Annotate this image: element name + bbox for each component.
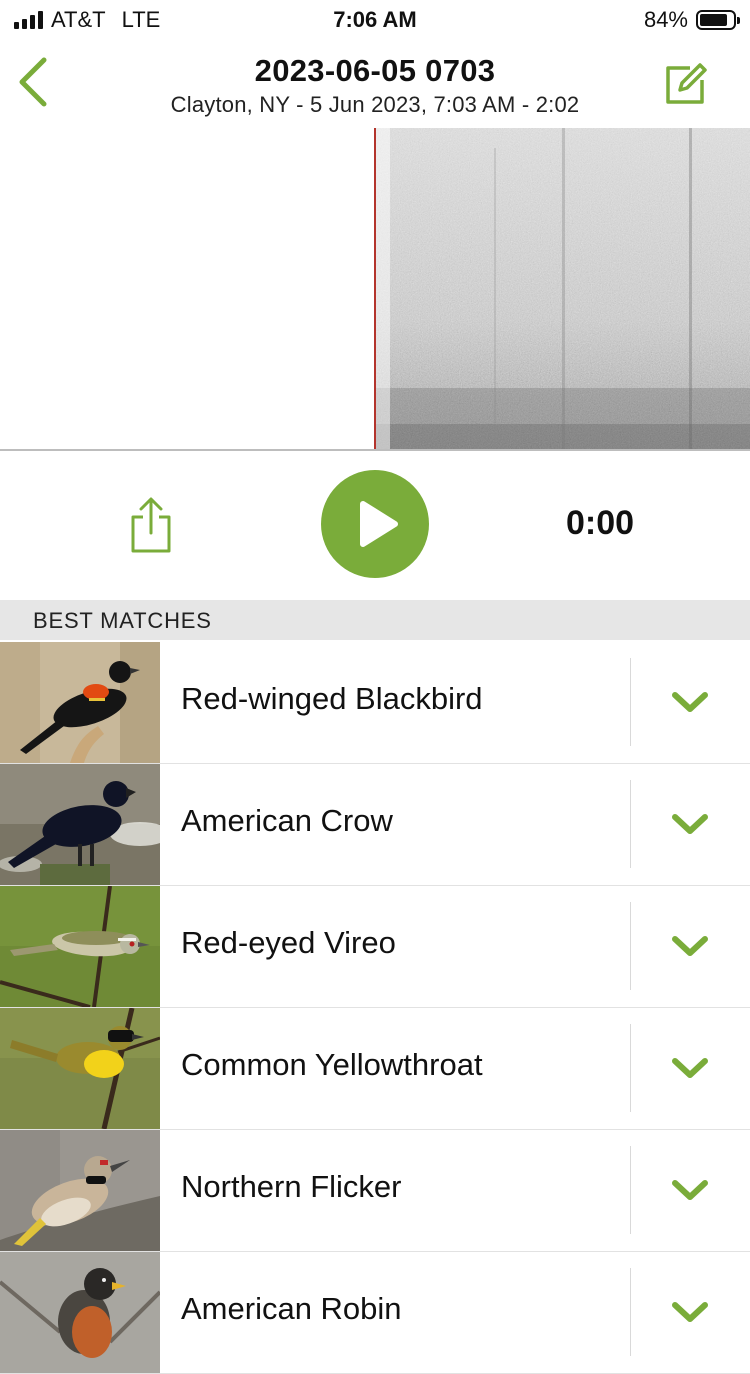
bird-name: Red-eyed Vireo bbox=[181, 925, 396, 960]
spectrogram[interactable] bbox=[0, 128, 750, 451]
section-header-label: BEST MATCHES bbox=[33, 608, 212, 633]
expand-button[interactable] bbox=[631, 886, 750, 1007]
northern-flicker-photo bbox=[0, 1130, 160, 1251]
recording-subtitle: Clayton, NY - 5 Jun 2023, 7:03 AM - 2:02 bbox=[170, 92, 580, 117]
status-right: 84% bbox=[643, 7, 740, 33]
bird-name: American Crow bbox=[181, 803, 393, 838]
list-item[interactable]: Red-winged Blackbird bbox=[0, 642, 750, 764]
bird-name: American Robin bbox=[181, 1291, 402, 1326]
bird-thumbnail bbox=[0, 642, 160, 763]
elapsed-time: 0:00 bbox=[565, 504, 635, 542]
chevron-down-icon bbox=[672, 1058, 708, 1078]
share-button[interactable] bbox=[126, 495, 176, 555]
edit-square-icon bbox=[666, 63, 707, 104]
list-item[interactable]: American Crow bbox=[0, 764, 750, 886]
chevron-down-icon bbox=[672, 936, 708, 956]
play-button[interactable] bbox=[321, 470, 429, 578]
best-matches-header: BEST MATCHES bbox=[0, 600, 750, 640]
bird-thumbnail bbox=[0, 764, 160, 885]
bird-name: Northern Flicker bbox=[181, 1169, 402, 1204]
bird-thumbnail bbox=[0, 1252, 160, 1373]
expand-button[interactable] bbox=[631, 1130, 750, 1251]
status-time: 7:06 AM bbox=[333, 7, 417, 32]
playhead[interactable] bbox=[374, 128, 376, 449]
red-eyed-vireo-photo bbox=[0, 886, 160, 1007]
battery-fill bbox=[700, 14, 727, 26]
expand-button[interactable] bbox=[631, 1252, 750, 1373]
list-item[interactable]: Northern Flicker bbox=[0, 1130, 750, 1252]
bird-name: Common Yellowthroat bbox=[181, 1047, 483, 1082]
red-winged-blackbird-photo bbox=[0, 642, 160, 763]
battery-nub bbox=[737, 17, 740, 24]
american-robin-photo bbox=[0, 1252, 160, 1373]
list-item[interactable]: American Robin bbox=[0, 1252, 750, 1374]
share-icon bbox=[131, 497, 171, 553]
status-bar: AT&T LTE 7:06 AM 84% bbox=[0, 0, 750, 40]
chevron-down-icon bbox=[672, 814, 708, 834]
bird-name: Red-winged Blackbird bbox=[181, 681, 483, 716]
battery-icon bbox=[696, 10, 740, 30]
battery-percent: 84% bbox=[643, 7, 688, 32]
edit-button[interactable] bbox=[662, 62, 708, 108]
american-crow-photo bbox=[0, 764, 160, 885]
list-item[interactable]: Red-eyed Vireo bbox=[0, 886, 750, 1008]
play-icon bbox=[360, 501, 398, 547]
bird-thumbnail bbox=[0, 1008, 160, 1129]
list-item[interactable]: Common Yellowthroat bbox=[0, 1008, 750, 1130]
spectrogram-noise bbox=[376, 128, 750, 449]
expand-button[interactable] bbox=[631, 1008, 750, 1129]
spectrogram-image bbox=[376, 128, 750, 449]
expand-button[interactable] bbox=[631, 642, 750, 763]
nav-header: 2023-06-05 0703 Clayton, NY - 5 Jun 2023… bbox=[0, 40, 750, 126]
chevron-down-icon bbox=[672, 1302, 708, 1322]
bird-thumbnail bbox=[0, 1130, 160, 1251]
playback-controls: 0:00 bbox=[0, 451, 750, 600]
chevron-down-icon bbox=[672, 1180, 708, 1200]
expand-button[interactable] bbox=[631, 764, 750, 885]
chevron-down-icon bbox=[672, 692, 708, 712]
bird-thumbnail bbox=[0, 886, 160, 1007]
common-yellowthroat-photo bbox=[0, 1008, 160, 1129]
recording-title: 2023-06-05 0703 bbox=[254, 53, 496, 88]
